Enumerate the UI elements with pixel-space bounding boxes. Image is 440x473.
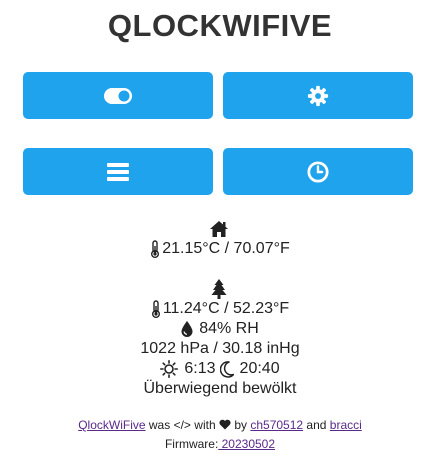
clock-button[interactable]	[223, 148, 413, 195]
settings-button[interactable]	[223, 72, 413, 119]
indoor-section: 21.15°C / 70.07°F	[0, 219, 440, 259]
indoor-temperature: 21.15°C / 70.07°F	[162, 240, 290, 257]
firmware-version-link[interactable]: 20230502	[218, 437, 275, 451]
moon-icon	[219, 360, 234, 378]
outdoor-humidity: 84% RH	[199, 320, 259, 337]
weather-condition: Überwiegend bewölkt	[143, 380, 297, 397]
clock-icon	[307, 160, 329, 183]
tree-icon	[211, 279, 227, 299]
code-icon: </>	[173, 418, 191, 432]
toggle-button[interactable]	[23, 72, 213, 119]
sunrise-time: 6:13	[184, 360, 216, 377]
footer-credits: QlockWiFive was </> with by ch570512 and…	[0, 418, 440, 432]
outdoor-temperature: 11.24°C / 52.23°F	[162, 300, 290, 317]
and-text: and	[306, 418, 327, 432]
toggle-icon	[104, 87, 132, 104]
home-icon	[210, 221, 228, 237]
thermometer-icon	[151, 240, 160, 258]
thermometer-icon	[151, 300, 160, 318]
gear-icon	[307, 85, 329, 106]
by-text: by	[234, 418, 247, 432]
menu-button[interactable]	[23, 148, 213, 195]
outdoor-section: 11.24°C / 52.23°F 84% RH 1022 hPa / 30.1…	[0, 279, 440, 399]
was-text: was	[148, 418, 171, 432]
menu-icon	[107, 162, 129, 181]
author-link-bracci[interactable]: bracci	[330, 418, 362, 432]
with-text: with	[194, 418, 216, 432]
firmware-info: Firmware: 20230502	[0, 437, 440, 451]
firmware-label: Firmware:	[164, 437, 219, 451]
project-link[interactable]: QlockWiFive	[78, 418, 145, 432]
page-title: QLOCKWIFIVE	[107, 8, 333, 43]
outdoor-pressure: 1022 hPa / 30.18 inHg	[140, 340, 300, 357]
heart-icon	[219, 419, 231, 430]
author-link-ch570512[interactable]: ch570512	[250, 418, 303, 432]
droplet-icon	[181, 321, 193, 337]
sun-icon	[160, 360, 179, 378]
sunset-time: 20:40	[239, 360, 280, 377]
